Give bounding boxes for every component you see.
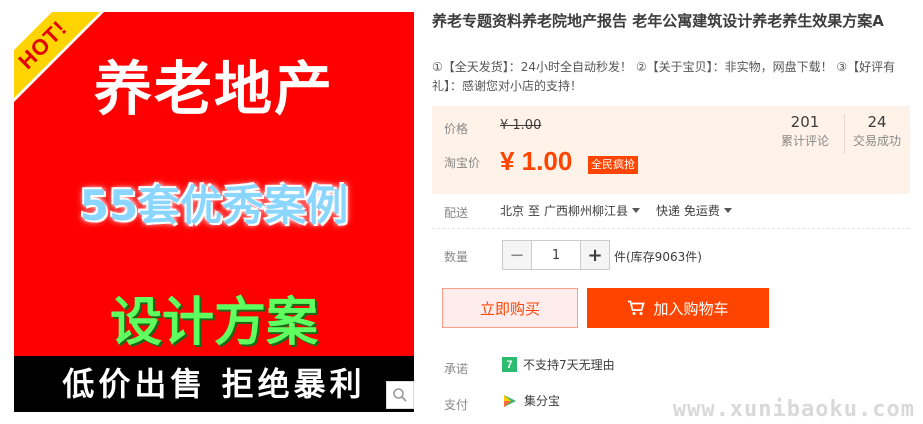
shipping-label: 配送 xyxy=(444,206,469,220)
payment-label: 支付 xyxy=(444,398,469,412)
stock-text: 件(库存9063件) xyxy=(614,250,702,264)
chevron-down-icon xyxy=(632,208,641,213)
product-title: 养老专题资料养老院地产报告 老年公寓建筑设计养老养生效果方案A xyxy=(432,12,884,30)
buy-now-label: 立即购买 xyxy=(479,299,540,318)
trades-label: 交易成功 xyxy=(852,134,901,148)
destination-value: 广西柳州柳江县 xyxy=(544,204,629,218)
trades-stat: 24 交易成功 xyxy=(844,112,910,150)
image-footer-text: 低价出售 拒绝暴利 xyxy=(14,356,414,412)
image-subheadline: 55套优秀案例 xyxy=(79,181,349,230)
reviews-count: 201 xyxy=(790,113,820,131)
trades-count: 24 xyxy=(867,113,887,131)
payment-method: 集分宝 xyxy=(524,394,561,408)
product-main-image[interactable]: HOT! 养老地产 55套优秀案例 设计方案 低价出售 拒绝暴利 xyxy=(14,12,414,412)
image-plan-text: 设计方案 xyxy=(109,293,318,353)
shipping-info: 北京 至 广西柳州柳江县 快递 免运费 xyxy=(500,202,732,219)
add-to-cart-button[interactable]: 加入购物车 xyxy=(587,288,769,328)
promo-badge: 全民疯抢 xyxy=(588,156,638,174)
zoom-button[interactable] xyxy=(386,381,414,409)
decrease-button[interactable]: − xyxy=(503,241,531,269)
promise-label: 承诺 xyxy=(444,362,469,376)
magnifier-icon xyxy=(393,388,407,402)
shipping-method-value: 快递 免运费 xyxy=(656,204,720,218)
reviews-label: 累计评论 xyxy=(780,134,829,148)
ship-to-word: 至 xyxy=(528,204,541,218)
product-description: ①【全天发货】：24小时全自动秒发！ ②【关于宝贝】：非实物，网盘下载！ ③【好… xyxy=(432,60,896,93)
increase-button[interactable]: + xyxy=(581,241,609,269)
shipping-method-selector[interactable]: 快递 免运费 xyxy=(656,202,732,219)
cart-icon xyxy=(628,300,646,315)
watermark: www.xunibaoku.com xyxy=(672,397,915,422)
seven-day-icon: 7 xyxy=(502,357,517,372)
buy-now-button[interactable]: 立即购买 xyxy=(442,288,578,328)
price-panel: 价格 ¥ 1.00 淘宝价 ¥ 1.00 全民疯抢 201 累计评论 24 交易… xyxy=(432,106,910,194)
price-label: 价格 xyxy=(444,122,469,136)
destination-selector[interactable]: 广西柳州柳江县 xyxy=(544,202,641,219)
reviews-stat[interactable]: 201 累计评论 xyxy=(772,112,838,150)
quantity-label: 数量 xyxy=(444,250,469,264)
ship-from: 北京 xyxy=(500,204,525,218)
quantity-input[interactable] xyxy=(531,241,581,269)
promise-info[interactable]: 7 不支持7天无理由 xyxy=(502,356,615,373)
section-divider xyxy=(432,228,910,229)
add-to-cart-label: 加入购物车 xyxy=(653,299,729,318)
chevron-down-icon xyxy=(723,208,732,213)
promise-text: 不支持7天无理由 xyxy=(523,358,615,372)
payment-info: 集分宝 xyxy=(502,392,560,409)
quantity-stepper: − + xyxy=(502,240,610,270)
promo-price: ¥ 1.00 xyxy=(500,146,573,176)
jifenbao-icon xyxy=(504,394,516,407)
image-headline: 养老地产 xyxy=(93,55,334,123)
original-price: ¥ 1.00 xyxy=(500,118,542,133)
taobao-price-label: 淘宝价 xyxy=(444,156,481,170)
